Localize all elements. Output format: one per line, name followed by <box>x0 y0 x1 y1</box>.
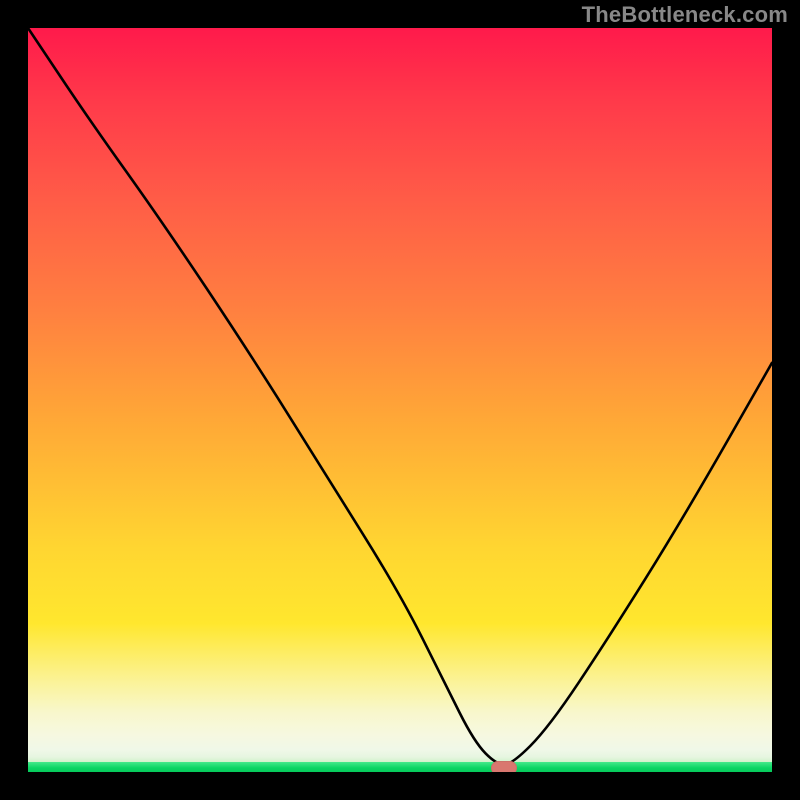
optimal-marker <box>491 761 517 772</box>
watermark-text: TheBottleneck.com <box>582 2 788 28</box>
plot-area <box>28 28 772 772</box>
bottleneck-curve <box>28 28 772 772</box>
chart-frame: TheBottleneck.com <box>0 0 800 800</box>
curve-path <box>28 28 772 765</box>
